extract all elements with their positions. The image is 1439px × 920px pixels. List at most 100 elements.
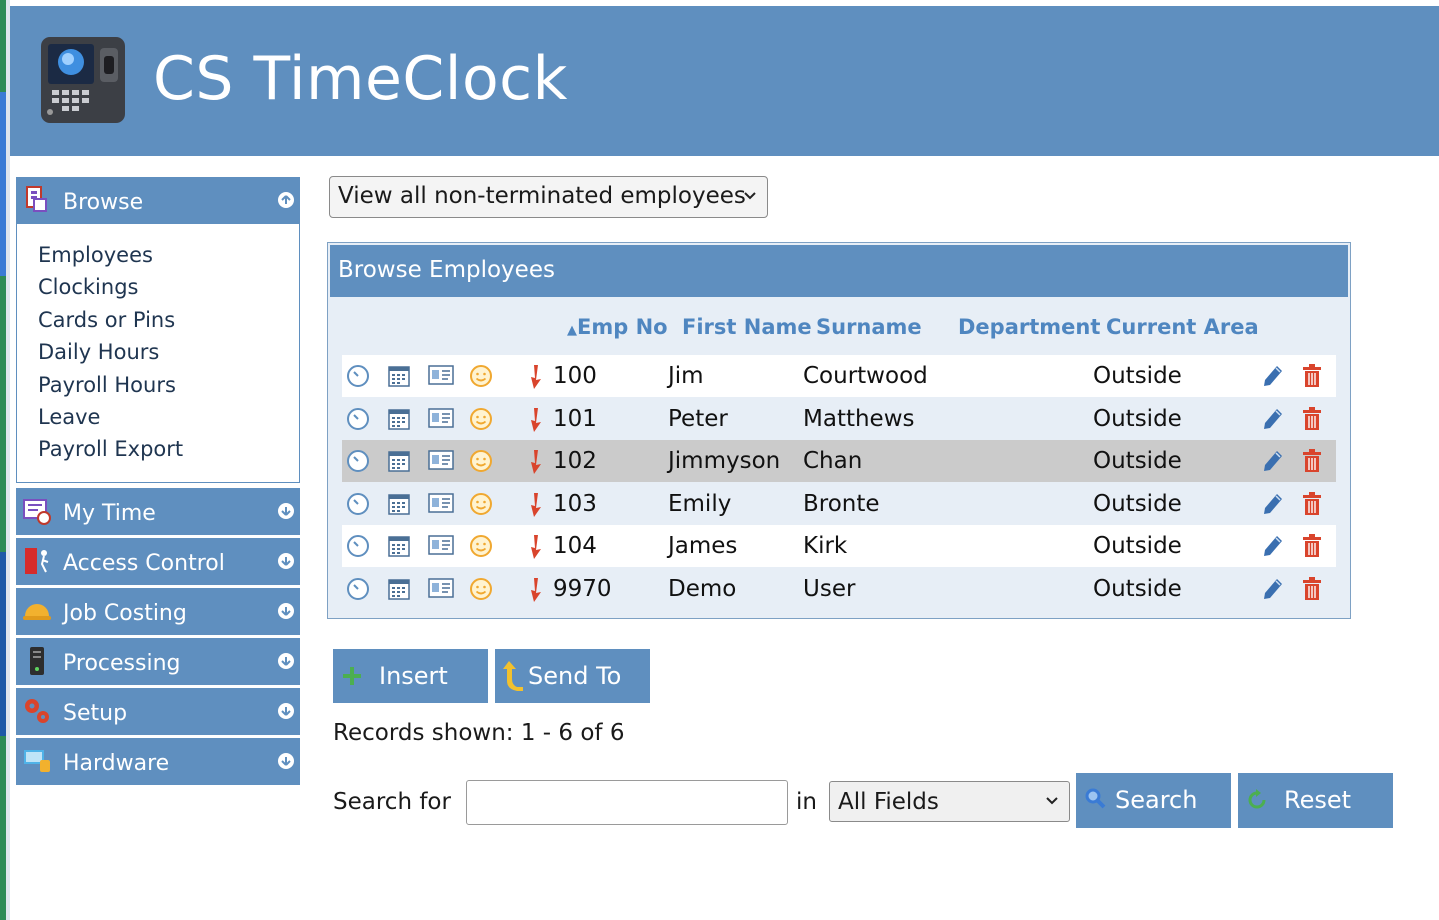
browse-links-panel: Employees Clockings Cards or Pins Daily … xyxy=(16,224,300,483)
sidebar-section-browse[interactable]: Browse xyxy=(16,177,300,224)
smiley-face-icon[interactable] xyxy=(469,364,493,388)
edit-pencil-icon[interactable] xyxy=(1262,534,1284,558)
plus-icon xyxy=(343,667,361,685)
column-header-first-name[interactable]: First Name xyxy=(682,315,812,339)
reset-button[interactable]: Reset xyxy=(1238,773,1393,828)
magnifier-icon xyxy=(1085,788,1106,809)
sidebar-link-employees[interactable]: Employees xyxy=(38,243,153,267)
search-input[interactable] xyxy=(466,780,788,825)
calendar-icon[interactable] xyxy=(387,492,411,516)
table-row[interactable]: 101 Peter Matthews Outside xyxy=(342,398,1336,440)
id-card-icon[interactable] xyxy=(428,492,454,514)
collapse-icon[interactable] xyxy=(278,192,294,208)
sidebar-section-label: Processing xyxy=(63,651,181,676)
calendar-icon[interactable] xyxy=(387,577,411,601)
search-field-select[interactable]: All Fields xyxy=(829,781,1070,822)
sidebar-section-processing[interactable]: Processing xyxy=(16,638,300,685)
clock-icon[interactable] xyxy=(346,364,370,388)
calendar-icon[interactable] xyxy=(387,534,411,558)
sidebar-link-daily-hours[interactable]: Daily Hours xyxy=(38,340,159,364)
sidebar-section-hardware[interactable]: Hardware xyxy=(16,738,300,785)
delete-trash-icon[interactable] xyxy=(1302,449,1322,473)
edit-pencil-icon[interactable] xyxy=(1262,449,1284,473)
id-card-icon[interactable] xyxy=(428,407,454,429)
first-name-cell: Jim xyxy=(668,363,704,389)
sidebar-section-my-time[interactable]: My Time xyxy=(16,488,300,535)
clock-icon[interactable] xyxy=(346,449,370,473)
surname-cell: Courtwood xyxy=(803,363,928,389)
hardware-icon xyxy=(24,750,50,772)
current-area-cell: Outside xyxy=(1093,533,1182,559)
delete-trash-icon[interactable] xyxy=(1302,534,1322,558)
table-row[interactable]: 103 Emily Bronte Outside xyxy=(342,483,1336,525)
clock-icon[interactable] xyxy=(346,534,370,558)
employee-filter-select[interactable]: View all non-terminated employees xyxy=(329,176,768,218)
emp-no-cell: 103 xyxy=(553,491,597,517)
calendar-icon[interactable] xyxy=(387,407,411,431)
insert-button[interactable]: Insert xyxy=(333,649,488,703)
clock-icon[interactable] xyxy=(346,577,370,601)
expand-icon[interactable] xyxy=(278,553,294,569)
table-row[interactable]: 104 James Kirk Outside xyxy=(342,525,1336,567)
current-area-cell: Outside xyxy=(1093,491,1182,517)
sidebar-section-job-costing[interactable]: Job Costing xyxy=(16,588,300,635)
clocked-out-arrow-icon xyxy=(531,535,541,559)
surname-cell: User xyxy=(803,576,856,602)
records-shown-text: Records shown: 1 - 6 of 6 xyxy=(333,720,625,746)
sidebar-link-payroll-hours[interactable]: Payroll Hours xyxy=(38,373,176,397)
id-card-icon[interactable] xyxy=(428,449,454,471)
edit-pencil-icon[interactable] xyxy=(1262,364,1284,388)
id-card-icon[interactable] xyxy=(428,534,454,556)
sidebar-section-setup[interactable]: Setup xyxy=(16,688,300,735)
sidebar-link-clockings[interactable]: Clockings xyxy=(38,275,138,299)
delete-trash-icon[interactable] xyxy=(1302,364,1322,388)
delete-trash-icon[interactable] xyxy=(1302,492,1322,516)
column-header-surname[interactable]: Surname xyxy=(816,315,922,339)
column-header-department[interactable]: Department xyxy=(958,315,1100,339)
expand-icon[interactable] xyxy=(278,503,294,519)
emp-no-cell: 100 xyxy=(553,363,597,389)
curved-arrow-icon xyxy=(503,661,523,691)
id-card-icon[interactable] xyxy=(428,364,454,386)
chevron-down-icon xyxy=(1046,797,1058,805)
sidebar-link-leave[interactable]: Leave xyxy=(38,405,100,429)
sidebar-section-label: Access Control xyxy=(63,551,225,576)
clocked-out-arrow-icon xyxy=(531,578,541,602)
edit-pencil-icon[interactable] xyxy=(1262,577,1284,601)
smiley-face-icon[interactable] xyxy=(469,449,493,473)
first-name-cell: James xyxy=(668,533,738,559)
send-to-button[interactable]: Send To xyxy=(495,649,650,703)
smiley-face-icon[interactable] xyxy=(469,534,493,558)
delete-trash-icon[interactable] xyxy=(1302,407,1322,431)
delete-trash-icon[interactable] xyxy=(1302,577,1322,601)
sidebar-section-access-control[interactable]: Access Control xyxy=(16,538,300,585)
smiley-face-icon[interactable] xyxy=(469,492,493,516)
smiley-face-icon[interactable] xyxy=(469,577,493,601)
calendar-icon[interactable] xyxy=(387,364,411,388)
current-area-cell: Outside xyxy=(1093,576,1182,602)
expand-icon[interactable] xyxy=(278,703,294,719)
sidebar-section-label: Hardware xyxy=(63,751,170,776)
expand-icon[interactable] xyxy=(278,603,294,619)
calendar-icon[interactable] xyxy=(387,449,411,473)
emp-no-cell: 101 xyxy=(553,406,597,432)
sidebar-link-cards-or-pins[interactable]: Cards or Pins xyxy=(38,308,175,332)
smiley-face-icon[interactable] xyxy=(469,407,493,431)
search-button[interactable]: Search xyxy=(1076,773,1231,828)
sidebar-link-payroll-export[interactable]: Payroll Export xyxy=(38,437,183,461)
table-row[interactable]: 9970 Demo User Outside xyxy=(342,568,1336,610)
edit-pencil-icon[interactable] xyxy=(1262,492,1284,516)
expand-icon[interactable] xyxy=(278,653,294,669)
clock-icon[interactable] xyxy=(346,407,370,431)
expand-icon[interactable] xyxy=(278,753,294,769)
table-row[interactable]: 102 Jimmyson Chan Outside xyxy=(342,440,1336,482)
clock-icon[interactable] xyxy=(346,492,370,516)
emp-no-cell: 9970 xyxy=(553,576,612,602)
id-card-icon[interactable] xyxy=(428,577,454,599)
edit-pencil-icon[interactable] xyxy=(1262,407,1284,431)
send-to-button-label: Send To xyxy=(528,662,622,690)
current-area-cell: Outside xyxy=(1093,448,1182,474)
column-header-emp-no[interactable]: ▲Emp No xyxy=(567,315,668,339)
table-row[interactable]: 100 Jim Courtwood Outside xyxy=(342,355,1336,397)
column-header-current-area[interactable]: Current Area xyxy=(1106,315,1259,339)
